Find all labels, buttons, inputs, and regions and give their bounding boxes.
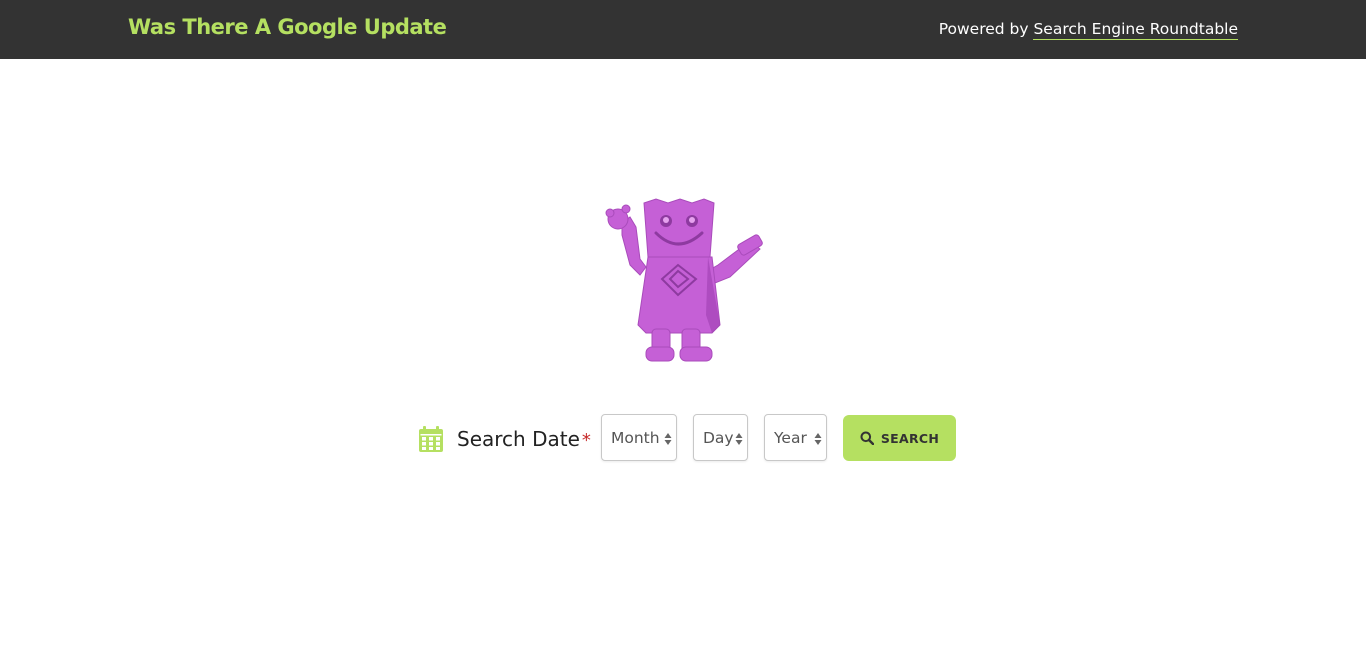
roundtable-link[interactable]: Search Engine Roundtable bbox=[1033, 20, 1238, 40]
powered-by: Powered by Search Engine Roundtable bbox=[938, 20, 1238, 40]
google-mascot-image bbox=[605, 198, 763, 362]
year-select[interactable]: Year bbox=[764, 414, 827, 461]
required-asterisk: * bbox=[581, 430, 591, 451]
search-button-label: SEARCH bbox=[880, 430, 940, 446]
calendar-icon bbox=[419, 426, 443, 452]
powered-by-prefix: Powered by bbox=[938, 20, 1034, 38]
search-date-text: Search Date bbox=[457, 427, 580, 451]
select-arrows-icon bbox=[735, 433, 743, 445]
select-arrows-icon bbox=[664, 433, 672, 445]
day-select[interactable]: Day bbox=[693, 414, 748, 461]
month-select-value: Month bbox=[611, 428, 660, 447]
top-bar: Was There A Google Update Powered by Sea… bbox=[0, 0, 1366, 59]
month-select[interactable]: Month bbox=[601, 414, 677, 461]
day-select-value: Day bbox=[703, 428, 734, 447]
site-title-link[interactable]: Was There A Google Update bbox=[128, 15, 447, 39]
year-select-value: Year bbox=[774, 428, 807, 447]
search-icon bbox=[860, 431, 874, 445]
search-button[interactable]: SEARCH bbox=[843, 415, 956, 461]
select-arrows-icon bbox=[814, 433, 822, 445]
search-date-label: Search Date * bbox=[457, 427, 591, 451]
